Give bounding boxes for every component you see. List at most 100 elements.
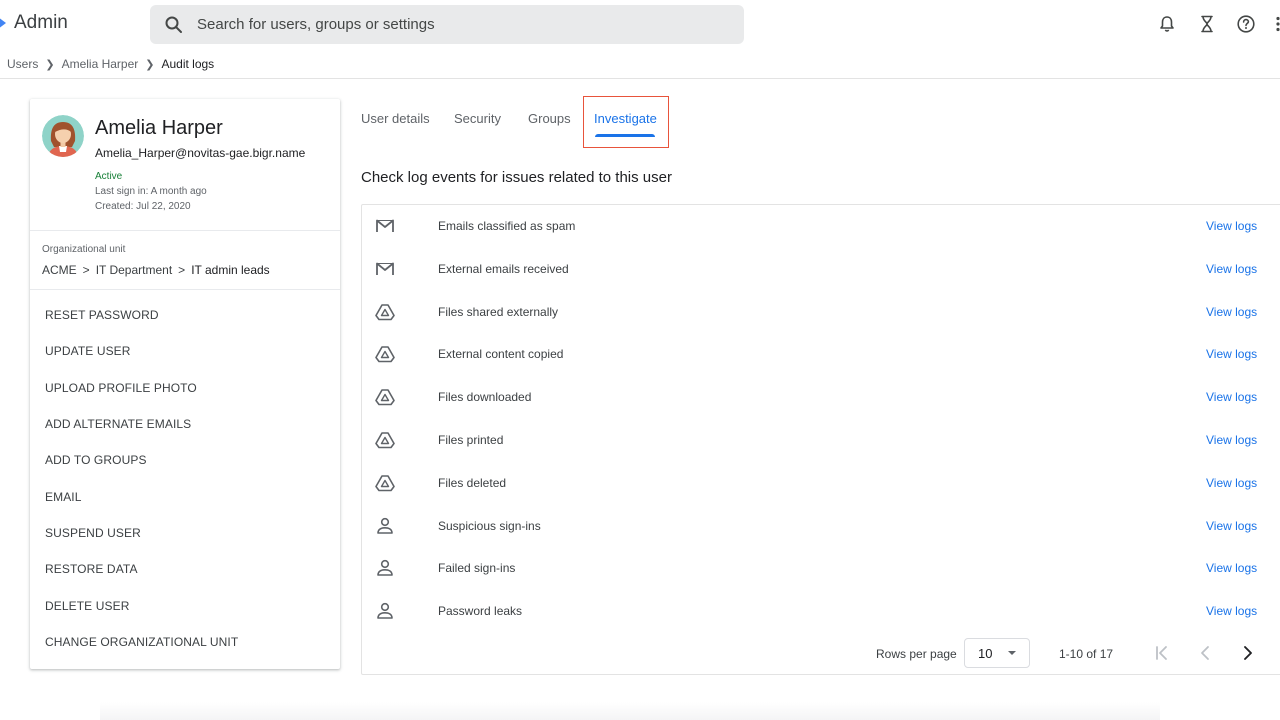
row-label: Suspicious sign-ins bbox=[438, 518, 541, 533]
next-page-icon[interactable] bbox=[1237, 642, 1259, 664]
view-logs-link[interactable]: View logs bbox=[1206, 476, 1257, 490]
tab-security[interactable]: Security bbox=[454, 111, 501, 126]
drive-icon bbox=[375, 346, 395, 363]
hourglass-icon[interactable] bbox=[1197, 14, 1217, 34]
table-row: Files downloaded View logs bbox=[362, 376, 1280, 419]
gmail-icon bbox=[376, 219, 394, 232]
delete-user-button[interactable]: DELETE USER bbox=[30, 587, 340, 623]
row-label: Files downloaded bbox=[438, 390, 532, 405]
table-row: Files shared externally View logs bbox=[362, 291, 1280, 334]
log-events-table: Emails classified as spam View logs Exte… bbox=[361, 204, 1280, 675]
rows-per-page-select[interactable]: 10 bbox=[964, 638, 1030, 668]
upload-profile-photo-button[interactable]: UPLOAD PROFILE PHOTO bbox=[30, 370, 340, 406]
breadcrumb-users[interactable]: Users bbox=[7, 57, 38, 71]
row-label: Files deleted bbox=[438, 475, 507, 490]
view-logs-link[interactable]: View logs bbox=[1206, 262, 1257, 276]
view-logs-link[interactable]: View logs bbox=[1206, 219, 1257, 233]
chevron-right-icon: ❯ bbox=[145, 58, 155, 71]
table-row: Files printed View logs bbox=[362, 419, 1280, 462]
breadcrumb-current: Audit logs bbox=[161, 57, 215, 71]
org-unit-label: Organizational unit bbox=[42, 244, 126, 255]
update-user-button[interactable]: UPDATE USER bbox=[30, 333, 340, 369]
search-bar[interactable] bbox=[150, 5, 744, 44]
bell-icon[interactable] bbox=[1157, 14, 1177, 34]
view-logs-link[interactable]: View logs bbox=[1206, 604, 1257, 618]
drive-icon bbox=[375, 389, 395, 406]
drive-icon bbox=[375, 474, 395, 492]
tab-highlight-box bbox=[583, 96, 669, 148]
change-organizational-unit-button[interactable]: CHANGE ORGANIZATIONAL UNIT bbox=[30, 624, 340, 660]
table-row: Password leaks View logs bbox=[362, 590, 1280, 633]
view-logs-link[interactable]: View logs bbox=[1206, 305, 1257, 319]
row-label: Password leaks bbox=[438, 604, 523, 619]
pagination-range: 1-10 of 17 bbox=[1059, 647, 1114, 661]
more-vert-icon[interactable] bbox=[1272, 14, 1280, 34]
tab-user-details[interactable]: User details bbox=[361, 111, 430, 126]
org-unit-department: IT Department bbox=[95, 263, 173, 277]
app-name: Admin bbox=[14, 12, 68, 33]
chevron-right-icon: > bbox=[82, 263, 90, 277]
reset-password-button[interactable]: RESET PASSWORD bbox=[30, 297, 340, 333]
table-row: External content copied View logs bbox=[362, 333, 1280, 376]
last-sign-in: Last sign in: A month ago bbox=[95, 186, 207, 197]
caret-down-icon bbox=[1008, 651, 1016, 655]
breadcrumb-user[interactable]: Amelia Harper bbox=[62, 57, 139, 71]
person-icon bbox=[377, 603, 393, 619]
view-logs-link[interactable]: View logs bbox=[1206, 561, 1257, 575]
view-logs-link[interactable]: View logs bbox=[1206, 519, 1257, 533]
suspend-user-button[interactable]: SUSPEND USER bbox=[30, 515, 340, 551]
section-title: Check log events for issues related to t… bbox=[361, 169, 672, 186]
pagination-footer: Rows per page 10 1-10 of 17 bbox=[362, 636, 1280, 676]
org-unit-root: ACME bbox=[42, 263, 77, 277]
row-label: External content copied bbox=[438, 347, 564, 362]
rows-per-page-label: Rows per page bbox=[876, 647, 957, 661]
view-logs-link[interactable]: View logs bbox=[1206, 347, 1257, 361]
row-label: Files printed bbox=[438, 433, 504, 447]
search-icon bbox=[165, 16, 182, 33]
user-name: Amelia Harper bbox=[95, 117, 223, 139]
gmail-icon bbox=[376, 262, 394, 275]
card-divider bbox=[30, 230, 340, 231]
org-unit-current: IT admin leads bbox=[191, 263, 270, 277]
user-summary-card: Amelia Harper Amelia_Harper@novitas-gae.… bbox=[30, 99, 340, 669]
bottom-shadow bbox=[100, 702, 1160, 720]
previous-page-icon[interactable] bbox=[1194, 642, 1216, 664]
row-label: Files shared externally bbox=[438, 304, 559, 319]
view-logs-link[interactable]: View logs bbox=[1206, 390, 1257, 404]
admin-logo-icon bbox=[0, 18, 6, 28]
table-row: Failed sign-ins View logs bbox=[362, 547, 1280, 590]
search-input[interactable] bbox=[197, 5, 727, 44]
add-to-groups-button[interactable]: ADD TO GROUPS bbox=[30, 442, 340, 478]
header-divider bbox=[0, 78, 1280, 79]
user-email: Amelia_Harper@novitas-gae.bigr.name bbox=[95, 146, 306, 160]
user-actions-list: RESET PASSWORD UPDATE USER UPLOAD PROFIL… bbox=[30, 297, 340, 660]
chevron-right-icon: ❯ bbox=[45, 58, 55, 71]
row-label: External emails received bbox=[438, 261, 569, 276]
email-button[interactable]: EMAIL bbox=[30, 478, 340, 514]
card-divider bbox=[30, 289, 340, 290]
tab-groups[interactable]: Groups bbox=[528, 111, 571, 126]
status-badge: Active bbox=[95, 171, 123, 182]
rows-per-page-value: 10 bbox=[978, 646, 993, 661]
breadcrumb: Users ❯ Amelia Harper ❯ Audit logs bbox=[7, 57, 214, 71]
help-icon[interactable] bbox=[1236, 14, 1256, 34]
top-app-bar: Admin bbox=[0, 0, 1280, 48]
person-icon bbox=[377, 517, 393, 534]
table-row: External emails received View logs bbox=[362, 248, 1280, 291]
add-alternate-emails-button[interactable]: ADD ALTERNATE EMAILS bbox=[30, 406, 340, 442]
row-label: Failed sign-ins bbox=[438, 561, 516, 576]
table-row: Emails classified as spam View logs bbox=[362, 205, 1280, 248]
chevron-right-icon: > bbox=[178, 263, 186, 277]
avatar bbox=[42, 115, 84, 157]
restore-data-button[interactable]: RESTORE DATA bbox=[30, 551, 340, 587]
org-unit-path: ACME > IT Department > IT admin leads bbox=[42, 263, 270, 277]
view-logs-link[interactable]: View logs bbox=[1206, 433, 1257, 447]
drive-icon bbox=[375, 303, 395, 320]
table-row: Files deleted View logs bbox=[362, 462, 1280, 505]
admin-brand[interactable]: Admin bbox=[0, 12, 68, 34]
person-icon bbox=[377, 560, 393, 577]
created-date: Created: Jul 22, 2020 bbox=[95, 201, 191, 212]
first-page-icon[interactable] bbox=[1151, 642, 1173, 664]
table-row: Suspicious sign-ins View logs bbox=[362, 505, 1280, 548]
row-label: Emails classified as spam bbox=[438, 219, 576, 233]
